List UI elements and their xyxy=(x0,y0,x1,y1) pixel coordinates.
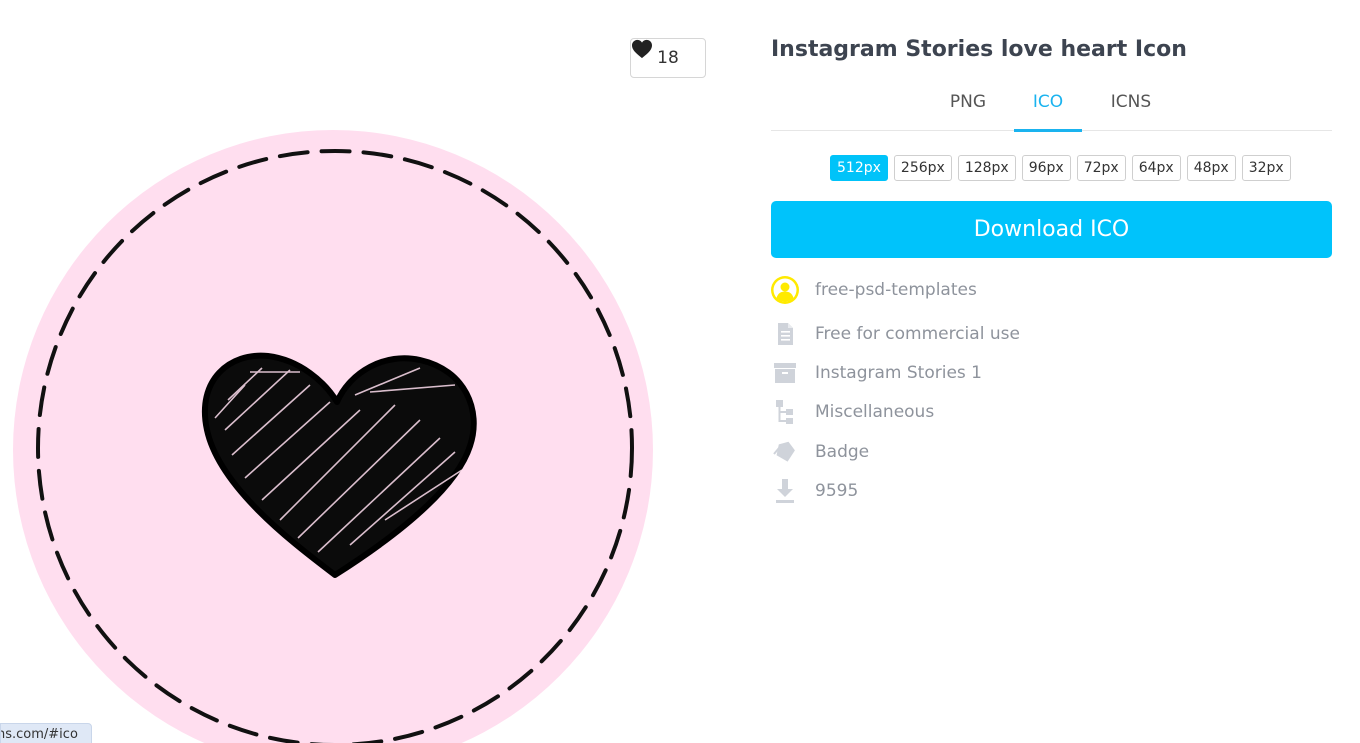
meta-author: free-psd-templates xyxy=(771,276,977,304)
size-512[interactable]: 512px xyxy=(830,155,888,181)
document-icon xyxy=(771,320,799,348)
like-button[interactable]: 18 xyxy=(630,38,706,78)
tab-ico[interactable]: ICO xyxy=(1014,92,1082,132)
size-selector: 512px 256px 128px 96px 72px 64px 48px 32… xyxy=(830,155,1291,181)
set-link[interactable]: Instagram Stories 1 xyxy=(815,363,982,383)
size-128[interactable]: 128px xyxy=(957,155,1016,181)
tag-link[interactable]: Badge xyxy=(815,442,869,462)
user-icon xyxy=(771,276,799,304)
tab-icns[interactable]: ICNS xyxy=(1099,92,1163,129)
size-72[interactable]: 72px xyxy=(1076,155,1126,181)
download-count: 9595 xyxy=(815,481,859,501)
size-96[interactable]: 96px xyxy=(1021,155,1071,181)
heart-badge-image xyxy=(13,130,653,743)
page-title: Instagram Stories love heart Icon xyxy=(771,37,1187,62)
download-button[interactable]: Download ICO xyxy=(771,201,1332,258)
status-bar-url: ns.com/#ico xyxy=(0,723,92,743)
meta-license: Free for commercial use xyxy=(771,320,1020,348)
format-tabs: PNG ICO ICNS xyxy=(771,80,1332,132)
download-icon xyxy=(771,477,799,505)
status-url-text: ns.com/#ico xyxy=(0,727,78,742)
archive-box-icon xyxy=(771,359,799,387)
author-link[interactable]: free-psd-templates xyxy=(815,280,977,300)
size-256[interactable]: 256px xyxy=(893,155,952,181)
category-link[interactable]: Miscellaneous xyxy=(815,402,934,422)
sitemap-icon xyxy=(771,398,799,426)
meta-downloads: 9595 xyxy=(771,477,858,505)
size-48[interactable]: 48px xyxy=(1186,155,1236,181)
meta-category: Miscellaneous xyxy=(771,398,934,426)
size-64[interactable]: 64px xyxy=(1131,155,1181,181)
heart-icon xyxy=(632,39,652,59)
like-count: 18 xyxy=(657,48,679,68)
tab-png[interactable]: PNG xyxy=(937,92,999,129)
icon-preview: 18 ns.com/#ico xyxy=(0,0,720,743)
size-32[interactable]: 32px xyxy=(1241,155,1291,181)
meta-set: Instagram Stories 1 xyxy=(771,359,982,387)
tags-icon xyxy=(771,438,799,466)
license-text: Free for commercial use xyxy=(815,324,1020,344)
meta-tag: Badge xyxy=(771,438,869,466)
